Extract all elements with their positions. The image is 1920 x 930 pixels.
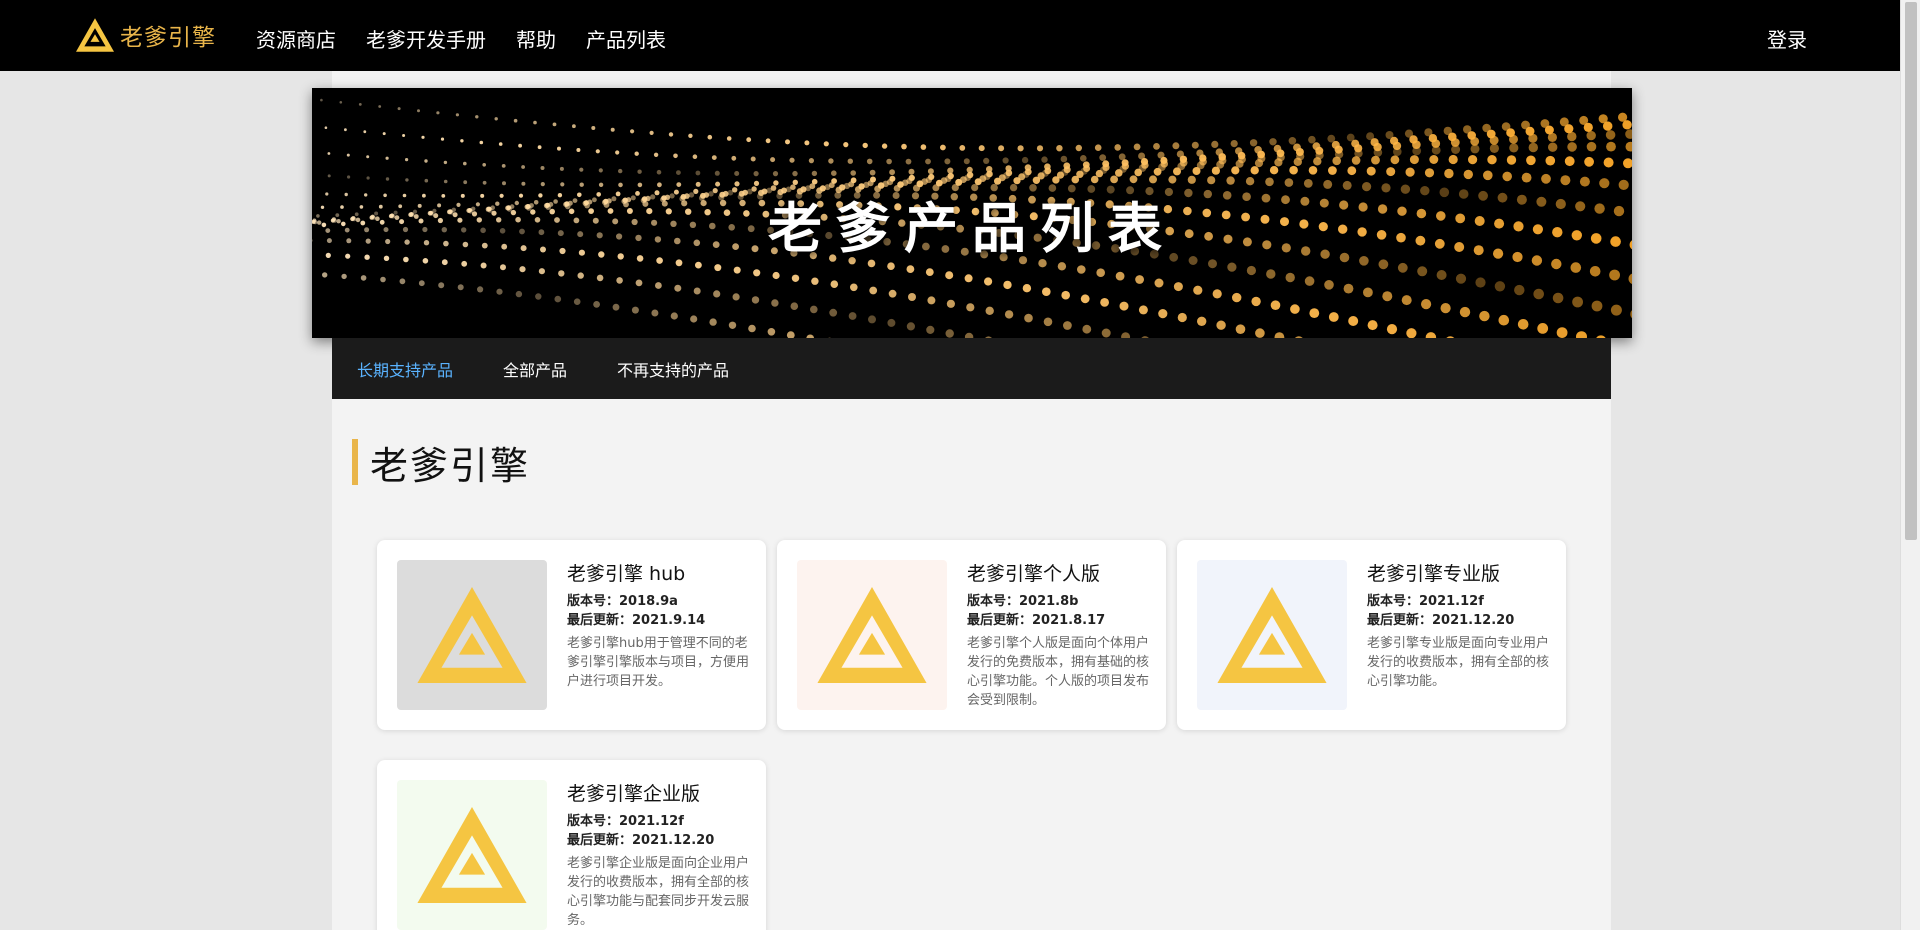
banner-title: 老爹产品列表 xyxy=(768,197,1176,260)
triangle-logo-icon xyxy=(817,587,927,683)
product-description: 老爹引擎专业版是面向专业用户发行的收费版本，拥有全部的核心引擎功能。 xyxy=(1367,636,1550,689)
product-card-personal[interactable]: 老爹引擎个人版 版本号：2021.8b 最后更新：2021.8.17 老爹引擎个… xyxy=(777,540,1166,730)
product-name: 老爹引擎专业版 xyxy=(1367,563,1501,585)
tab-all-products[interactable]: 全部产品 xyxy=(503,357,567,381)
section-accent-bar xyxy=(352,439,358,485)
product-name: 老爹引擎 hub xyxy=(567,563,686,585)
hero-banner: 老爹产品列表 xyxy=(312,88,1632,338)
product-tabs: 长期支持产品 全部产品 不再支持的产品 xyxy=(332,338,1611,399)
product-card-pro[interactable]: 老爹引擎专业版 版本号：2021.12f 最后更新：2021.12.20 老爹引… xyxy=(1177,540,1566,730)
section-title: 老爹引擎 xyxy=(370,443,531,488)
product-thumbnail xyxy=(797,560,947,710)
triangle-logo-icon xyxy=(417,807,527,903)
nav-help[interactable]: 帮助 xyxy=(516,24,556,53)
product-card-enterprise[interactable]: 老爹引擎企业版 版本号：2021.12f 最后更新：2021.12.20 老爹引… xyxy=(377,760,766,930)
login-link[interactable]: 登录 xyxy=(1767,24,1807,53)
tab-unsupported-products[interactable]: 不再支持的产品 xyxy=(617,357,729,381)
product-version: 版本号：2021.12f xyxy=(1367,594,1484,609)
nav-product-list[interactable]: 产品列表 xyxy=(586,24,666,53)
product-name: 老爹引擎企业版 xyxy=(567,783,701,805)
product-version: 版本号：2021.8b xyxy=(967,594,1079,609)
main-nav: 资源商店 老爹开发手册 帮助 产品列表 xyxy=(256,24,666,53)
triangle-logo-icon xyxy=(1217,587,1327,683)
product-thumbnail xyxy=(1197,560,1347,710)
product-updated: 最后更新：2021.12.20 xyxy=(1367,613,1515,628)
section-heading: 老爹引擎 xyxy=(352,438,530,488)
triangle-logo-icon xyxy=(417,587,527,683)
scrollbar-thumb[interactable] xyxy=(1905,2,1917,540)
page-scrollbar[interactable] xyxy=(1900,0,1920,930)
product-description: 老爹引擎hub用于管理不同的老爹引擎引擎版本与项目，方便用户进行项目开发。 xyxy=(567,636,750,689)
triangle-logo-icon xyxy=(76,18,114,52)
nav-dev-manual[interactable]: 老爹开发手册 xyxy=(366,24,486,53)
product-description: 老爹引擎企业版是面向企业用户发行的收费版本，拥有全部的核心引擎功能与配套同步开发… xyxy=(567,856,750,928)
product-updated: 最后更新：2021.9.14 xyxy=(567,613,706,628)
product-updated: 最后更新：2021.8.17 xyxy=(967,613,1106,628)
tab-lts-products[interactable]: 长期支持产品 xyxy=(357,357,453,381)
top-navbar: 老爹引擎 资源商店 老爹开发手册 帮助 产品列表 登录 xyxy=(0,0,1900,71)
brand-logo[interactable]: 老爹引擎 xyxy=(76,16,216,54)
product-updated: 最后更新：2021.12.20 xyxy=(567,833,715,848)
brand-name: 老爹引擎 xyxy=(120,25,216,51)
product-name: 老爹引擎个人版 xyxy=(967,563,1101,585)
product-card-hub[interactable]: 老爹引擎 hub 版本号：2018.9a 最后更新：2021.9.14 老爹引擎… xyxy=(377,540,766,730)
product-version: 版本号：2021.12f xyxy=(567,814,684,829)
nav-asset-store[interactable]: 资源商店 xyxy=(256,24,336,53)
product-description: 老爹引擎个人版是面向个体用户发行的免费版本，拥有基础的核心引擎功能。个人版的项目… xyxy=(967,636,1150,708)
product-thumbnail xyxy=(397,560,547,710)
product-thumbnail xyxy=(397,780,547,930)
product-version: 版本号：2018.9a xyxy=(567,594,678,609)
